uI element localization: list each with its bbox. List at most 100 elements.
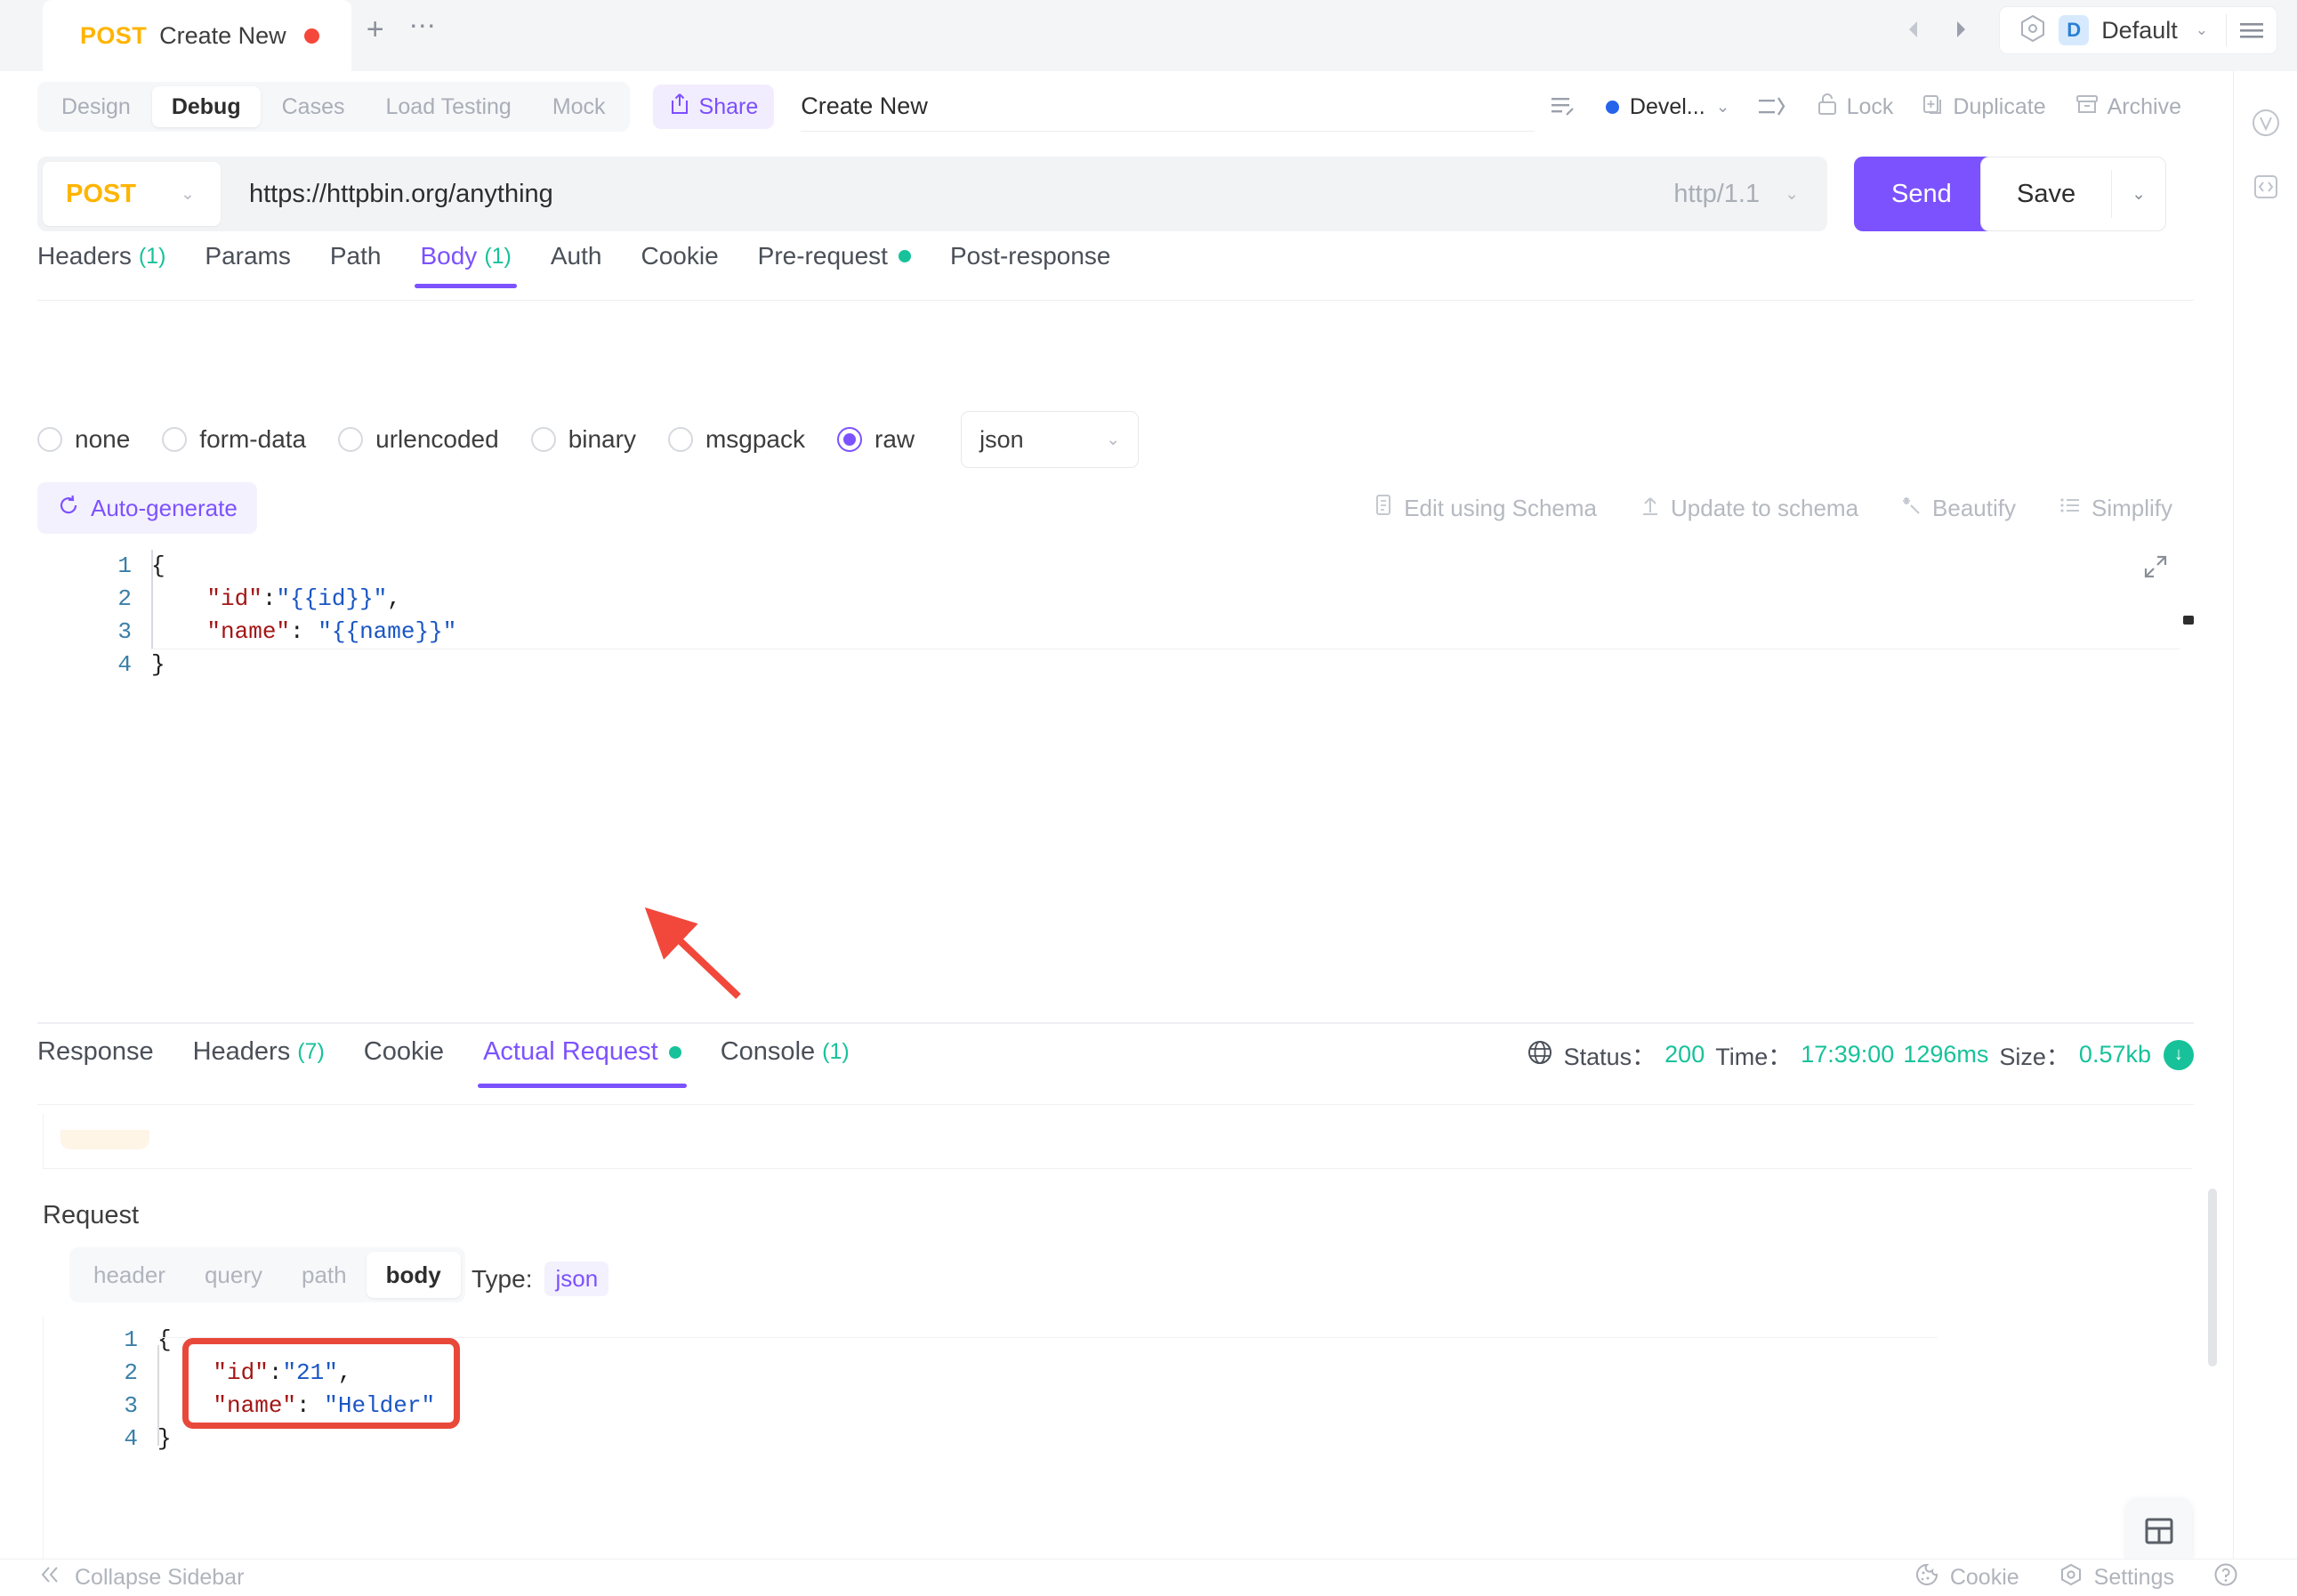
indent-icon[interactable] <box>1743 82 1801 132</box>
protocol-selector[interactable]: http/1.1 ⌄ <box>1673 180 1822 209</box>
actual-request-scrollbar[interactable] <box>2208 1189 2217 1366</box>
request-tab-params-label: Params <box>205 242 291 270</box>
request-tab-path[interactable]: Path <box>310 242 401 288</box>
body-type-msgpack[interactable]: msgpack <box>667 425 805 454</box>
list-icon <box>2059 493 2082 524</box>
chevron-left-icon[interactable] <box>1889 0 1937 71</box>
help-button[interactable] <box>2194 1562 2258 1593</box>
body-type-form-data[interactable]: form-data <box>162 425 306 454</box>
status-code-value: 200 <box>1664 1041 1705 1068</box>
body-type-urlencoded[interactable]: urlencoded <box>338 425 499 454</box>
radio-msgpack[interactable] <box>667 427 693 452</box>
tab-design[interactable]: Design <box>42 86 150 127</box>
tab-cases[interactable]: Cases <box>262 86 365 127</box>
request-tab-headers[interactable]: Headers (1) <box>37 242 185 288</box>
tab-debug[interactable]: Debug <box>151 86 261 127</box>
duplicate-button[interactable]: Duplicate <box>1907 82 2059 132</box>
body-type-none[interactable]: none <box>37 425 130 454</box>
expand-arrows-icon[interactable] <box>2142 553 2169 584</box>
download-circle-icon[interactable]: ↓ <box>2164 1039 2194 1070</box>
request-tab-auth[interactable]: Auth <box>531 242 622 288</box>
beautify-button[interactable]: Beautify <box>1880 493 2037 524</box>
radio-none[interactable] <box>37 427 62 452</box>
request-name-field[interactable] <box>801 82 1535 132</box>
duplicate-label: Duplicate <box>1953 93 2046 119</box>
request-tab-cookie[interactable]: Cookie <box>621 242 737 288</box>
tabstrip-right-controls: D Default ⌄ <box>1889 0 2297 71</box>
environment-selector[interactable]: D Default ⌄ <box>1999 6 2277 54</box>
edit-using-schema-label: Edit using Schema <box>1404 494 1598 521</box>
body-type-binary-label: binary <box>568 425 636 453</box>
request-tab-body[interactable]: Body (1) <box>400 242 530 288</box>
response-tab-actual-request[interactable]: Actual Request <box>463 1037 701 1088</box>
response-tab-actual-request-label: Actual Request <box>483 1037 658 1066</box>
cookie-button[interactable]: Cookie <box>1895 1562 2039 1593</box>
bottom-bar-right: Cookie Settings <box>1895 1562 2258 1593</box>
response-tab-console[interactable]: Console (1) <box>701 1037 869 1088</box>
verify-circle-icon[interactable] <box>2250 107 2282 139</box>
response-tab-response[interactable]: Response <box>37 1037 173 1088</box>
radio-binary[interactable] <box>530 427 556 452</box>
save-button[interactable]: Save <box>1981 157 2111 230</box>
actual-request-tab-query[interactable]: query <box>185 1252 282 1298</box>
collapse-sidebar-button[interactable]: Collapse Sidebar <box>39 1565 244 1591</box>
plus-icon[interactable]: + <box>351 0 399 71</box>
request-body-editor[interactable]: 1 2 3 4 { "id":"{{id}}", "name": "{{name… <box>37 543 2194 1005</box>
indent-guide <box>151 550 153 649</box>
chevron-down-icon: ⌄ <box>1106 430 1121 449</box>
auto-generate-button[interactable]: Auto-generate <box>37 482 257 534</box>
request-tab-pre-request[interactable]: Pre-request <box>738 242 931 288</box>
radio-form-data[interactable] <box>162 427 188 452</box>
simplify-button[interactable]: Simplify <box>2037 493 2194 524</box>
code-line-4: } <box>157 1425 172 1452</box>
raw-format-selector[interactable]: json ⌄ <box>961 411 1140 468</box>
status-label: Status： <box>1563 1044 1656 1070</box>
edit-using-schema-button[interactable]: Edit using Schema <box>1351 493 1618 524</box>
tab-mock[interactable]: Mock <box>533 86 625 127</box>
request-tab-cookie-label: Cookie <box>641 242 719 270</box>
request-tab-post-response[interactable]: Post-response <box>931 242 1131 288</box>
request-tab-params[interactable]: Params <box>185 242 310 288</box>
editor-scrollbar[interactable] <box>2183 616 2194 625</box>
editor-toolbar: Auto-generate Edit using Schema Update t… <box>37 476 2194 540</box>
http-method-selector[interactable]: POST ⌄ <box>43 162 221 226</box>
request-tab-headers-label: Headers <box>37 242 132 270</box>
body-type-urlencoded-label: urlencoded <box>375 425 499 453</box>
chevron-right-icon[interactable] <box>1937 0 1985 71</box>
update-to-schema-button[interactable]: Update to schema <box>1618 493 1880 524</box>
send-button[interactable]: Send <box>1854 157 1989 231</box>
lock-button[interactable]: Lock <box>1801 82 1908 132</box>
edit-doc-icon[interactable] <box>1535 82 1593 132</box>
ellipsis-icon[interactable]: ⋯ <box>399 0 447 71</box>
response-tab-cookie[interactable]: Cookie <box>344 1037 463 1088</box>
share-button[interactable]: Share <box>652 85 775 129</box>
response-tab-headers-count: (7) <box>297 1039 325 1064</box>
response-tab-headers[interactable]: Headers (7) <box>173 1037 344 1088</box>
radio-raw[interactable] <box>837 427 862 452</box>
response-tab-console-count: (1) <box>822 1039 850 1064</box>
radio-urlencoded[interactable] <box>338 427 364 452</box>
archive-button[interactable]: Archive <box>2060 82 2196 132</box>
panel-divider[interactable] <box>37 1022 2194 1024</box>
save-options-chevron-down-icon[interactable]: ⌄ <box>2112 157 2165 230</box>
code-brackets-icon[interactable] <box>2250 171 2282 203</box>
actual-request-tab-path[interactable]: path <box>282 1252 367 1298</box>
layout-panel-icon[interactable] <box>2126 1498 2192 1564</box>
line-number: 2 <box>124 1359 138 1386</box>
url-input[interactable] <box>249 179 1674 209</box>
actual-request-body-viewer[interactable]: 1 2 3 4 { "id":"21", "name": "Helder" } <box>43 1317 2169 1584</box>
code-area[interactable]: { "id":"{{id}}", "name": "{{name}}" } <box>151 543 2194 1005</box>
code-line-3: "name": "Helder" <box>213 1392 436 1419</box>
request-name-input[interactable] <box>801 93 1535 120</box>
environment-selector-inner[interactable]: D Default ⌄ <box>2000 6 2226 54</box>
tab-load-testing[interactable]: Load Testing <box>366 86 530 127</box>
hamburger-menu-icon[interactable] <box>2227 6 2277 54</box>
actual-request-tab-body[interactable]: body <box>366 1252 461 1298</box>
request-tab-create-new[interactable]: POST Create New <box>43 0 351 71</box>
settings-button[interactable]: Settings <box>2039 1562 2194 1593</box>
body-type-raw[interactable]: raw <box>837 425 915 454</box>
body-type-binary[interactable]: binary <box>530 425 636 454</box>
environment-status-selector[interactable]: Devel... ⌄ <box>1593 94 1743 120</box>
actual-request-tab-header[interactable]: header <box>74 1252 185 1298</box>
actual-request-type: Type: json <box>471 1261 609 1296</box>
